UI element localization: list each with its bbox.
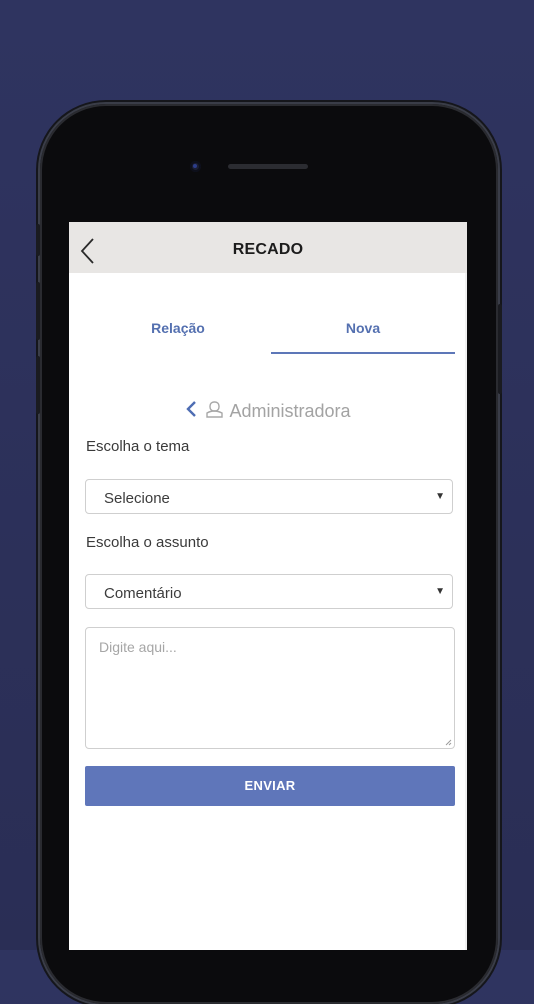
chevron-left-icon [186,401,197,417]
caret-down-icon: ▼ [435,586,445,597]
front-camera [190,161,201,172]
phone-volume-down [36,356,40,414]
tab-bar: Relação Nova [69,312,467,354]
message-placeholder: Digite aqui... [99,639,177,655]
phone-power-button [498,304,502,394]
phone-volume-up [36,282,40,340]
app-bar: RECADO [69,222,467,273]
subject-select-value: Comentário [104,585,182,602]
scrollbar[interactable] [465,273,467,950]
tab-relacao[interactable]: Relação [89,312,267,352]
subject-label: Escolha o assunto [86,534,209,551]
tab-nova[interactable]: Nova [271,312,455,354]
caret-down-icon: ▼ [435,491,445,502]
message-textarea[interactable]: Digite aqui... [85,627,455,749]
building-icon [206,400,224,423]
theme-select[interactable]: Selecione ▼ [85,479,453,514]
app-screen: RECADO Relação Nova Administradora Escol… [69,222,467,950]
resize-grip-icon[interactable] [445,739,452,746]
earpiece-speaker [228,164,308,169]
company-selector: Administradora [69,400,467,424]
send-button[interactable]: ENVIAR [85,766,455,806]
theme-select-value: Selecione [104,490,170,507]
page-title: RECADO [232,241,304,258]
company-back-button[interactable] [185,400,197,423]
phone-silent-switch [36,224,40,256]
company-name: Administradora [229,401,351,421]
subject-select[interactable]: Comentário ▼ [85,574,453,609]
theme-label: Escolha o tema [86,438,190,455]
